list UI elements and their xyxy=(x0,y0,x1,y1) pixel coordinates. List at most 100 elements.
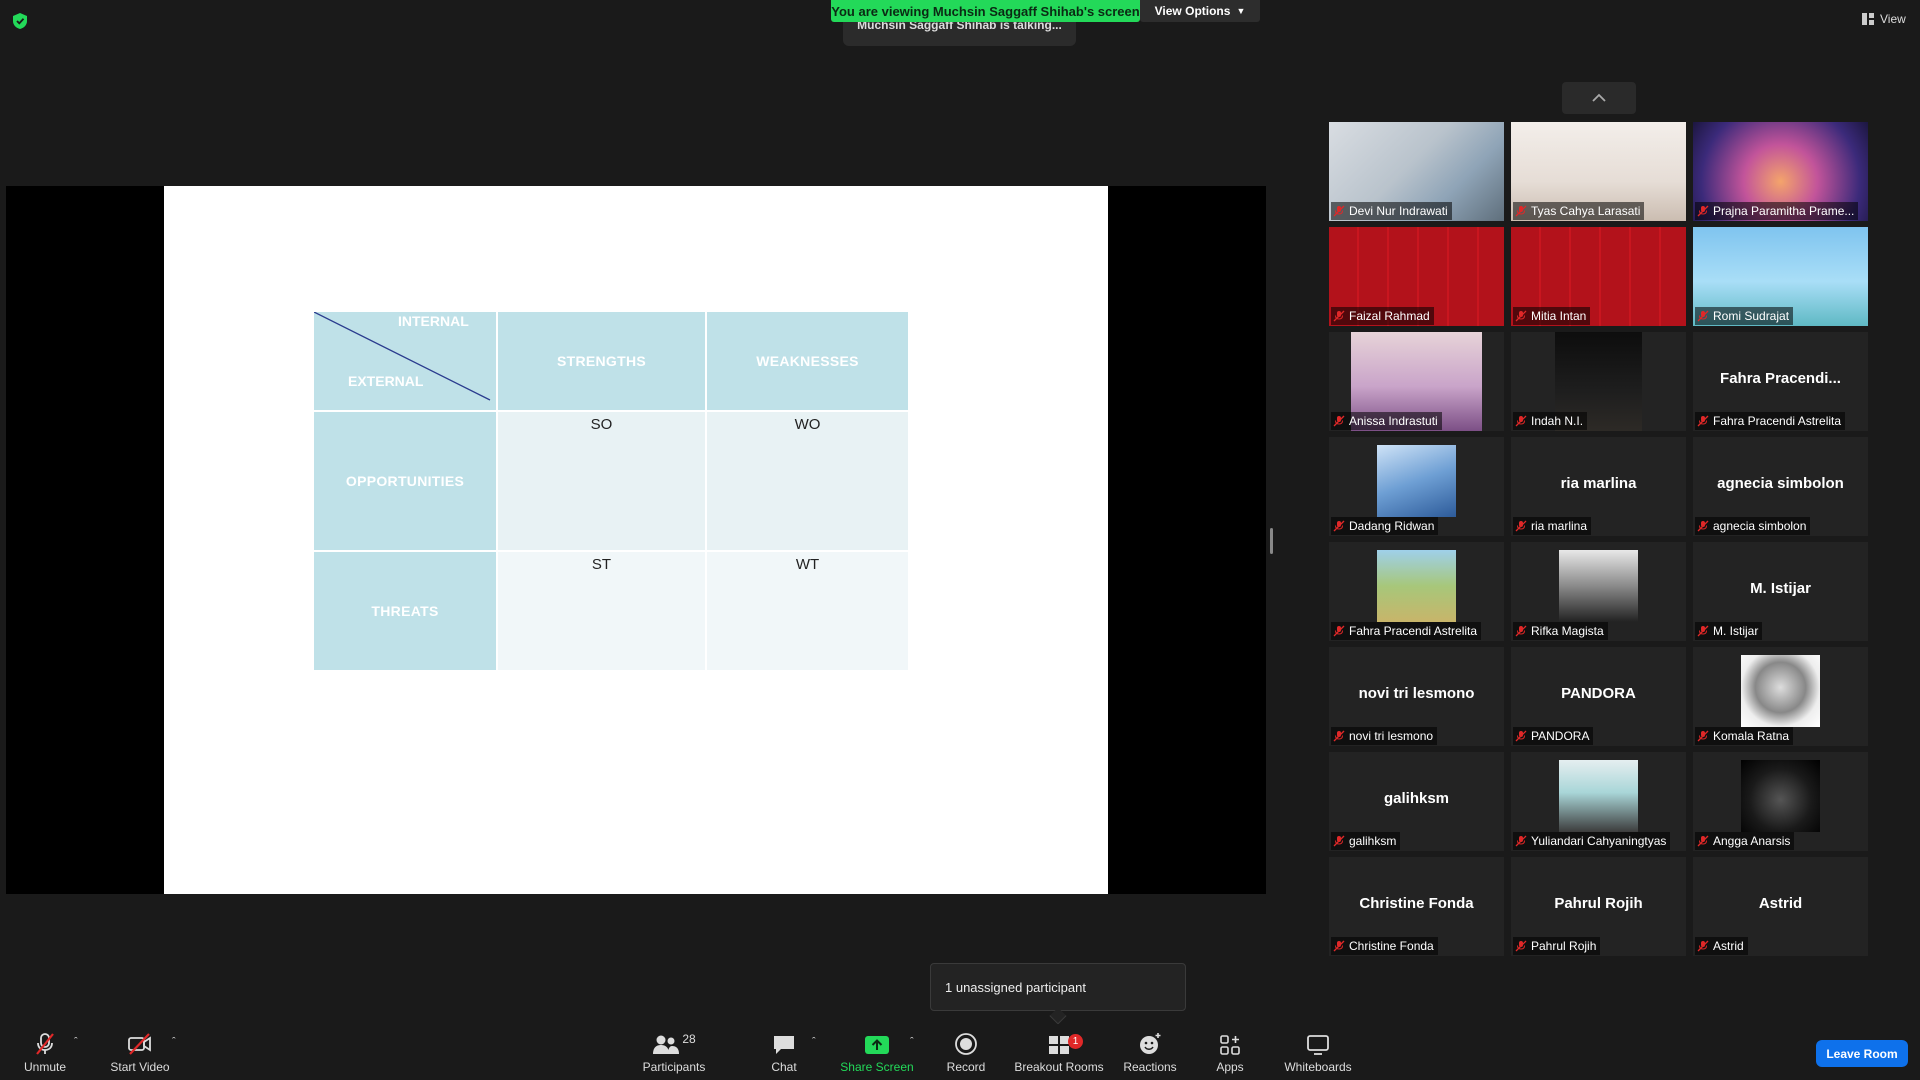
record-button[interactable]: Record xyxy=(944,1030,988,1074)
participant-name: Devi Nur Indrawati xyxy=(1349,204,1448,218)
participant-tile[interactable]: Faizal Rahmad xyxy=(1329,227,1504,326)
weaknesses-header: WEAKNESSES xyxy=(707,312,908,410)
participant-name-label: Fahra Pracendi Astrelita xyxy=(1695,412,1846,430)
participant-tile[interactable]: ria marlina ria marlina xyxy=(1511,437,1686,536)
participant-tile[interactable]: Angga Anarsis xyxy=(1693,752,1868,851)
participant-video xyxy=(1559,760,1638,832)
participant-display-name: Fahra Pracendi... xyxy=(1720,370,1841,387)
start-video-button[interactable]: Start Video xyxy=(104,1030,176,1074)
participant-tile[interactable]: PANDORA PANDORA xyxy=(1511,647,1686,746)
participant-name: Romi Sudrajat xyxy=(1713,309,1790,323)
leave-room-button[interactable]: Leave Room xyxy=(1816,1040,1908,1067)
participant-tile[interactable]: Devi Nur Indrawati xyxy=(1329,122,1504,221)
mic-muted-icon xyxy=(1515,520,1527,532)
participant-display-name: Christine Fonda xyxy=(1359,895,1474,912)
gallery-view-icon xyxy=(1862,13,1874,25)
breakout-rooms-button[interactable]: Breakout Rooms xyxy=(1014,1030,1104,1074)
swot-matrix: INTERNAL EXTERNAL STRENGTHS WEAKNESSES O… xyxy=(314,312,908,670)
st-cell: ST xyxy=(498,552,705,670)
mic-muted-icon xyxy=(1333,205,1345,217)
whiteboards-label: Whiteboards xyxy=(1284,1060,1352,1074)
participant-name-label: Astrid xyxy=(1695,937,1748,955)
participant-tile[interactable]: agnecia simbolon agnecia simbolon xyxy=(1693,437,1868,536)
participant-name: novi tri lesmono xyxy=(1349,729,1434,743)
participants-button[interactable]: 28 Participants xyxy=(638,1030,710,1074)
participant-name-label: Rifka Magista xyxy=(1513,622,1608,640)
chat-options-caret[interactable]: ˆ xyxy=(812,1036,822,1048)
participants-count: 28 xyxy=(682,1032,696,1046)
participants-icon xyxy=(653,1035,680,1054)
participant-name: Rifka Magista xyxy=(1531,624,1604,638)
breakout-rooms-icon xyxy=(1049,1036,1069,1054)
participant-tile[interactable]: Astrid Astrid xyxy=(1693,857,1868,956)
apps-button[interactable]: Apps xyxy=(1212,1030,1248,1074)
participant-name-label: Devi Nur Indrawati xyxy=(1331,202,1452,220)
participant-tile[interactable]: Tyas Cahya Larasati xyxy=(1511,122,1686,221)
whiteboards-button[interactable]: Whiteboards xyxy=(1282,1030,1354,1074)
mic-muted-icon xyxy=(1697,415,1709,427)
participant-tile[interactable]: novi tri lesmono novi tri lesmono xyxy=(1329,647,1504,746)
participant-tile[interactable]: Yuliandari Cahyaningtyas xyxy=(1511,752,1686,851)
participant-name-label: Indah N.I. xyxy=(1513,412,1588,430)
strengths-header: STRENGTHS xyxy=(498,312,705,410)
view-options-label: View Options xyxy=(1154,4,1231,18)
mic-muted-icon xyxy=(1697,625,1709,637)
participant-name-label: Mitia Intan xyxy=(1513,307,1591,325)
participant-tile[interactable]: Prajna Paramitha Prame... xyxy=(1693,122,1868,221)
participant-display-name: Pahrul Rojih xyxy=(1554,895,1643,912)
participant-name: Mitia Intan xyxy=(1531,309,1587,323)
chat-button[interactable]: Chat xyxy=(766,1030,802,1074)
view-button[interactable]: View xyxy=(1862,10,1906,28)
participant-video xyxy=(1741,655,1820,727)
mic-muted-icon xyxy=(1697,835,1709,847)
participants-label: Participants xyxy=(642,1060,706,1074)
participant-tile[interactable]: Indah N.I. xyxy=(1511,332,1686,431)
participant-tile[interactable]: M. Istijar M. Istijar xyxy=(1693,542,1868,641)
presentation-slide: INTERNAL EXTERNAL STRENGTHS WEAKNESSES O… xyxy=(164,186,1108,894)
participant-name: Komala Ratna xyxy=(1713,729,1790,743)
participant-name: Yuliandari Cahyaningtyas xyxy=(1531,834,1667,848)
participant-tile[interactable]: Fahra Pracendi... Fahra Pracendi Astrelit… xyxy=(1693,332,1868,431)
external-label: EXTERNAL xyxy=(348,373,424,389)
mic-muted-icon xyxy=(1333,520,1345,532)
participant-name: Fahra Pracendi Astrelita xyxy=(1349,624,1478,638)
participant-tile[interactable]: Pahrul Rojih Pahrul Rojih xyxy=(1511,857,1686,956)
video-off-icon xyxy=(128,1033,151,1055)
participant-tile[interactable]: galihksm galihksm xyxy=(1329,752,1504,851)
mic-muted-icon xyxy=(1697,310,1709,322)
gallery-page-up-button[interactable] xyxy=(1562,82,1636,114)
participant-name: Anissa Indrastuti xyxy=(1349,414,1438,428)
video-options-caret[interactable]: ˆ xyxy=(172,1036,182,1048)
participant-name-label: Faizal Rahmad xyxy=(1331,307,1434,325)
participant-tile[interactable]: Anissa Indrastuti xyxy=(1329,332,1504,431)
participant-name: Angga Anarsis xyxy=(1713,834,1791,848)
participant-name-label: M. Istijar xyxy=(1695,622,1763,640)
audio-options-caret[interactable]: ˆ xyxy=(74,1036,84,1048)
opportunities-header: OPPORTUNITIES xyxy=(314,412,496,550)
st-label: ST xyxy=(591,556,612,573)
participant-tile[interactable]: Christine Fonda Christine Fonda xyxy=(1329,857,1504,956)
mic-muted-icon xyxy=(1333,835,1345,847)
participant-name-label: Anissa Indrastuti xyxy=(1331,412,1442,430)
participant-name-label: Dadang Ridwan xyxy=(1331,517,1439,535)
reactions-button[interactable]: Reactions xyxy=(1122,1030,1178,1074)
share-screen-button[interactable]: Share Screen xyxy=(840,1030,914,1074)
participant-tile[interactable]: Fahra Pracendi Astrelita xyxy=(1329,542,1504,641)
participant-name-label: agnecia simbolon xyxy=(1695,517,1811,535)
chat-icon xyxy=(774,1036,794,1054)
participant-tile[interactable]: Rifka Magista xyxy=(1511,542,1686,641)
participant-name-label: Tyas Cahya Larasati xyxy=(1513,202,1645,220)
view-options-button[interactable]: View Options ▼ xyxy=(1140,0,1260,22)
unmute-button[interactable]: Unmute xyxy=(16,1030,74,1074)
participant-video xyxy=(1377,445,1456,517)
participant-tile[interactable]: Dadang Ridwan xyxy=(1329,437,1504,536)
participant-display-name: PANDORA xyxy=(1561,685,1636,702)
participant-name: Dadang Ridwan xyxy=(1349,519,1435,533)
participant-name: PANDORA xyxy=(1531,729,1590,743)
participant-tile[interactable]: Komala Ratna xyxy=(1693,647,1868,746)
participant-tile[interactable]: Mitia Intan xyxy=(1511,227,1686,326)
share-options-caret[interactable]: ˆ xyxy=(910,1036,920,1048)
shield-icon[interactable] xyxy=(12,12,28,30)
participant-tile[interactable]: Romi Sudrajat xyxy=(1693,227,1868,326)
split-resize-handle[interactable] xyxy=(1270,528,1273,554)
